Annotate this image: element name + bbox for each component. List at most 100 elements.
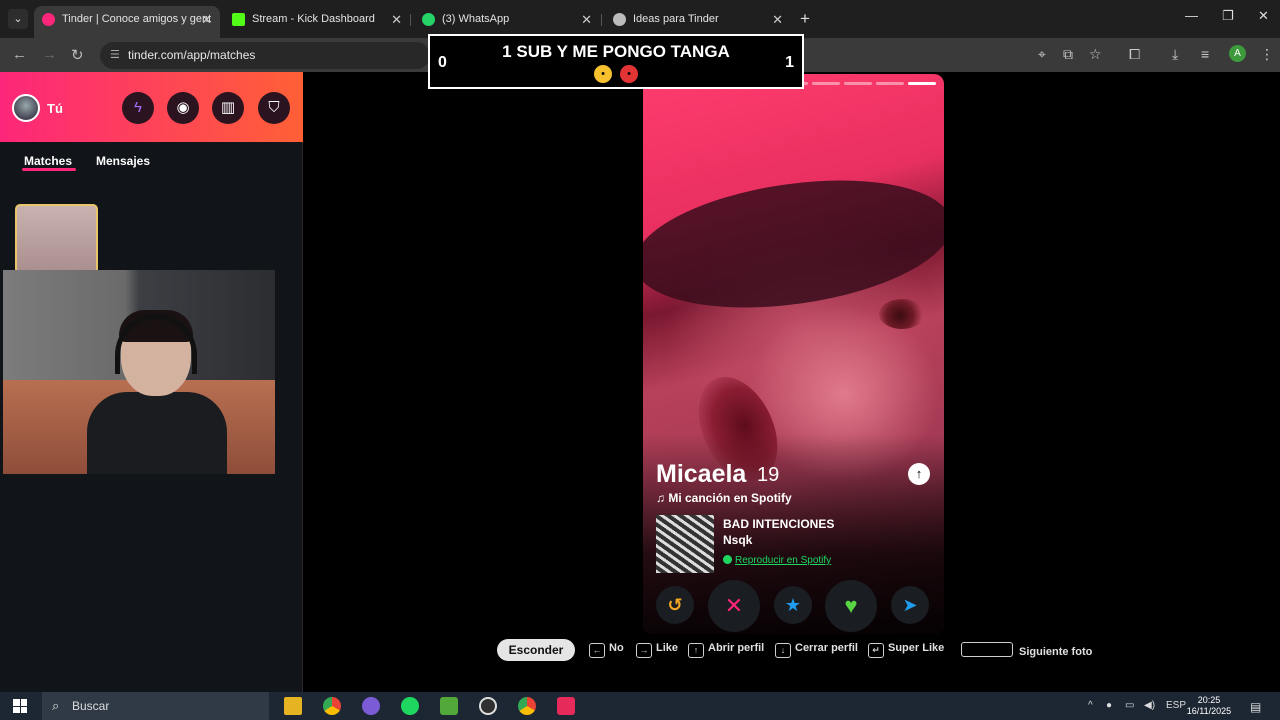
extensions-icon[interactable]: ⧠ xyxy=(1129,46,1140,63)
bookmark-star-icon[interactable]: ☆ xyxy=(1089,46,1102,63)
notifications-icon[interactable]: ▤ xyxy=(1250,700,1261,714)
tab-whatsapp[interactable]: (3) WhatsApp ✕ xyxy=(414,6,600,33)
sidebar-header: Tú ϟ ◉ ▥ ⛉ xyxy=(0,72,303,142)
photo-progress-segment[interactable] xyxy=(907,82,936,85)
close-window-icon[interactable]: ✕ xyxy=(1258,8,1269,24)
clock-date: 16/11/2025 xyxy=(1186,706,1232,716)
close-tab-icon[interactable]: ✕ xyxy=(391,6,402,33)
minimize-icon[interactable]: — xyxy=(1185,8,1198,23)
tiktok-icon[interactable] xyxy=(557,697,575,715)
nope-button[interactable]: ✕ xyxy=(708,580,760,632)
passport-icon[interactable]: ▥ xyxy=(212,92,244,124)
clock-time: 20:25 xyxy=(1197,695,1221,705)
photo-progress-segment[interactable] xyxy=(875,82,904,85)
browser-tab-bar: ⌄ Tinder | Conoce amigos y gent ✕ Stream… xyxy=(0,0,1280,38)
search-icon: ⌕ xyxy=(52,698,60,713)
boost-send-button[interactable]: ➤ xyxy=(891,586,929,624)
photo-progress-segment[interactable] xyxy=(843,82,872,85)
user-avatar[interactable] xyxy=(12,94,40,122)
tab-search-button[interactable]: ⌄ xyxy=(8,9,28,29)
forward-arrow-icon[interactable]: → xyxy=(42,46,57,63)
discord-icon[interactable] xyxy=(362,697,380,715)
goal-current: 0 xyxy=(438,54,447,71)
tab-separator xyxy=(601,14,602,26)
stream-goal-overlay: 1 SUB Y ME PONGO TANGA 0 1 • • xyxy=(428,34,804,89)
downloads-icon[interactable]: ⤓ xyxy=(1172,46,1178,63)
close-tab-icon[interactable]: ✕ xyxy=(772,6,783,33)
music-note-icon: ♫ xyxy=(656,491,669,505)
profile-age: 19 xyxy=(757,464,780,486)
like-button[interactable]: ♥ xyxy=(825,580,877,632)
windows-start-icon[interactable] xyxy=(13,699,27,713)
media-controls-icon[interactable]: ≡ xyxy=(1201,46,1209,62)
restore-icon[interactable]: ❐ xyxy=(1222,8,1234,24)
goal-title: 1 SUB Y ME PONGO TANGA xyxy=(502,42,730,61)
match-thumbnail[interactable] xyxy=(15,204,98,274)
surprised-emoji-icon: • xyxy=(594,65,612,83)
file-explorer-icon[interactable] xyxy=(284,697,302,715)
site-settings-icon[interactable]: ☰ xyxy=(110,48,124,62)
microphone-icon[interactable]: ● xyxy=(1106,700,1112,711)
obs-icon[interactable] xyxy=(479,697,497,715)
photo-eye xyxy=(879,299,925,329)
safety-shield-icon[interactable]: ⛉ xyxy=(258,92,290,124)
chrome-profile-icon[interactable] xyxy=(518,697,536,715)
location-pin-icon[interactable]: ⌖ xyxy=(1038,46,1046,63)
open-profile-arrow-icon[interactable]: ↑ xyxy=(908,463,930,485)
explore-icon[interactable]: ◉ xyxy=(167,92,199,124)
tab-kick-dashboard[interactable]: Stream - Kick Dashboard ✕ xyxy=(224,6,410,33)
keyboard-hints-bar: Esconder ← No → Like ↑ Abrir perfil ↓ Cerrar… xyxy=(0,638,1280,662)
install-app-icon[interactable]: ⧉ xyxy=(1063,46,1073,63)
browser-profile-avatar[interactable]: A xyxy=(1229,45,1246,62)
space-key-icon xyxy=(961,642,1013,657)
close-tab-icon[interactable]: ✕ xyxy=(581,6,592,33)
tab-tinder[interactable]: Tinder | Conoce amigos y gent ✕ xyxy=(34,6,220,38)
album-art[interactable] xyxy=(656,515,714,573)
spotify-play-link[interactable]: Reproducir en Spotify xyxy=(723,555,831,566)
tinder-favicon-icon xyxy=(42,13,55,26)
user-label[interactable]: Tú xyxy=(47,101,63,116)
tab-ideas-tinder[interactable]: Ideas para Tinder ✕ xyxy=(605,6,791,33)
tab-mensajes[interactable]: Mensajes xyxy=(96,154,150,168)
windows-taskbar: ⌕ Buscar ^ ● ▭ ◀) ESP 20:25 16/11/2025 ▤ xyxy=(0,692,1280,720)
tab-matches[interactable]: Matches xyxy=(24,154,72,168)
browser-menu-icon[interactable]: ⋮ xyxy=(1260,46,1274,63)
language-indicator[interactable]: ESP xyxy=(1166,700,1186,711)
streamer-body xyxy=(87,392,227,474)
super-like-button[interactable]: ★ xyxy=(774,586,812,624)
kick-favicon-icon xyxy=(232,13,245,26)
song-artist: Nsqk xyxy=(723,533,753,547)
app-green-icon[interactable] xyxy=(440,697,458,715)
close-tab-icon[interactable]: ✕ xyxy=(201,6,212,33)
photo-progress-segment[interactable] xyxy=(811,82,840,85)
hint-no: ← No xyxy=(589,642,624,658)
show-hidden-icons[interactable]: ^ xyxy=(1088,700,1093,711)
rewind-button[interactable]: ↺ xyxy=(656,586,694,624)
hint-like: → Like xyxy=(636,642,678,658)
enter-key-icon: ↵ xyxy=(868,643,884,658)
tab-label: (3) WhatsApp xyxy=(442,13,510,25)
song-title: BAD INTENCIONES xyxy=(723,517,835,531)
chrome-icon[interactable] xyxy=(323,697,341,715)
address-bar[interactable]: ☰ tinder.com/app/matches xyxy=(100,42,430,69)
hide-hints-button[interactable]: Esconder xyxy=(497,639,575,661)
down-arrow-key-icon: ↓ xyxy=(775,643,791,658)
profile-name: Micaela xyxy=(656,460,747,488)
network-icon[interactable]: ▭ xyxy=(1125,700,1134,711)
profile-card[interactable]: Micaela 19 ↑ ♫ Mi canción en Spotify BAD… xyxy=(643,74,944,634)
hint-open-profile: ↑ Abrir perfil xyxy=(688,642,764,658)
volume-icon[interactable]: ◀) xyxy=(1144,700,1155,711)
hint-close-profile: ↓ Cerrar perfil xyxy=(775,642,858,658)
spotify-taskbar-icon[interactable] xyxy=(401,697,419,715)
clock[interactable]: 20:25 16/11/2025 xyxy=(1186,695,1232,717)
address-url: tinder.com/app/matches xyxy=(128,48,256,62)
goal-target: 1 xyxy=(785,54,794,71)
reload-icon[interactable]: ↻ xyxy=(71,46,84,64)
taskbar-search[interactable]: ⌕ Buscar xyxy=(42,692,269,720)
back-arrow-icon[interactable]: ← xyxy=(12,46,27,63)
angry-emoji-icon: • xyxy=(620,65,638,83)
boost-icon[interactable]: ϟ xyxy=(122,92,154,124)
up-arrow-key-icon: ↑ xyxy=(688,643,704,658)
tab-label: Tinder | Conoce amigos y gent xyxy=(62,13,212,25)
new-tab-plus-icon[interactable]: + xyxy=(800,9,810,29)
